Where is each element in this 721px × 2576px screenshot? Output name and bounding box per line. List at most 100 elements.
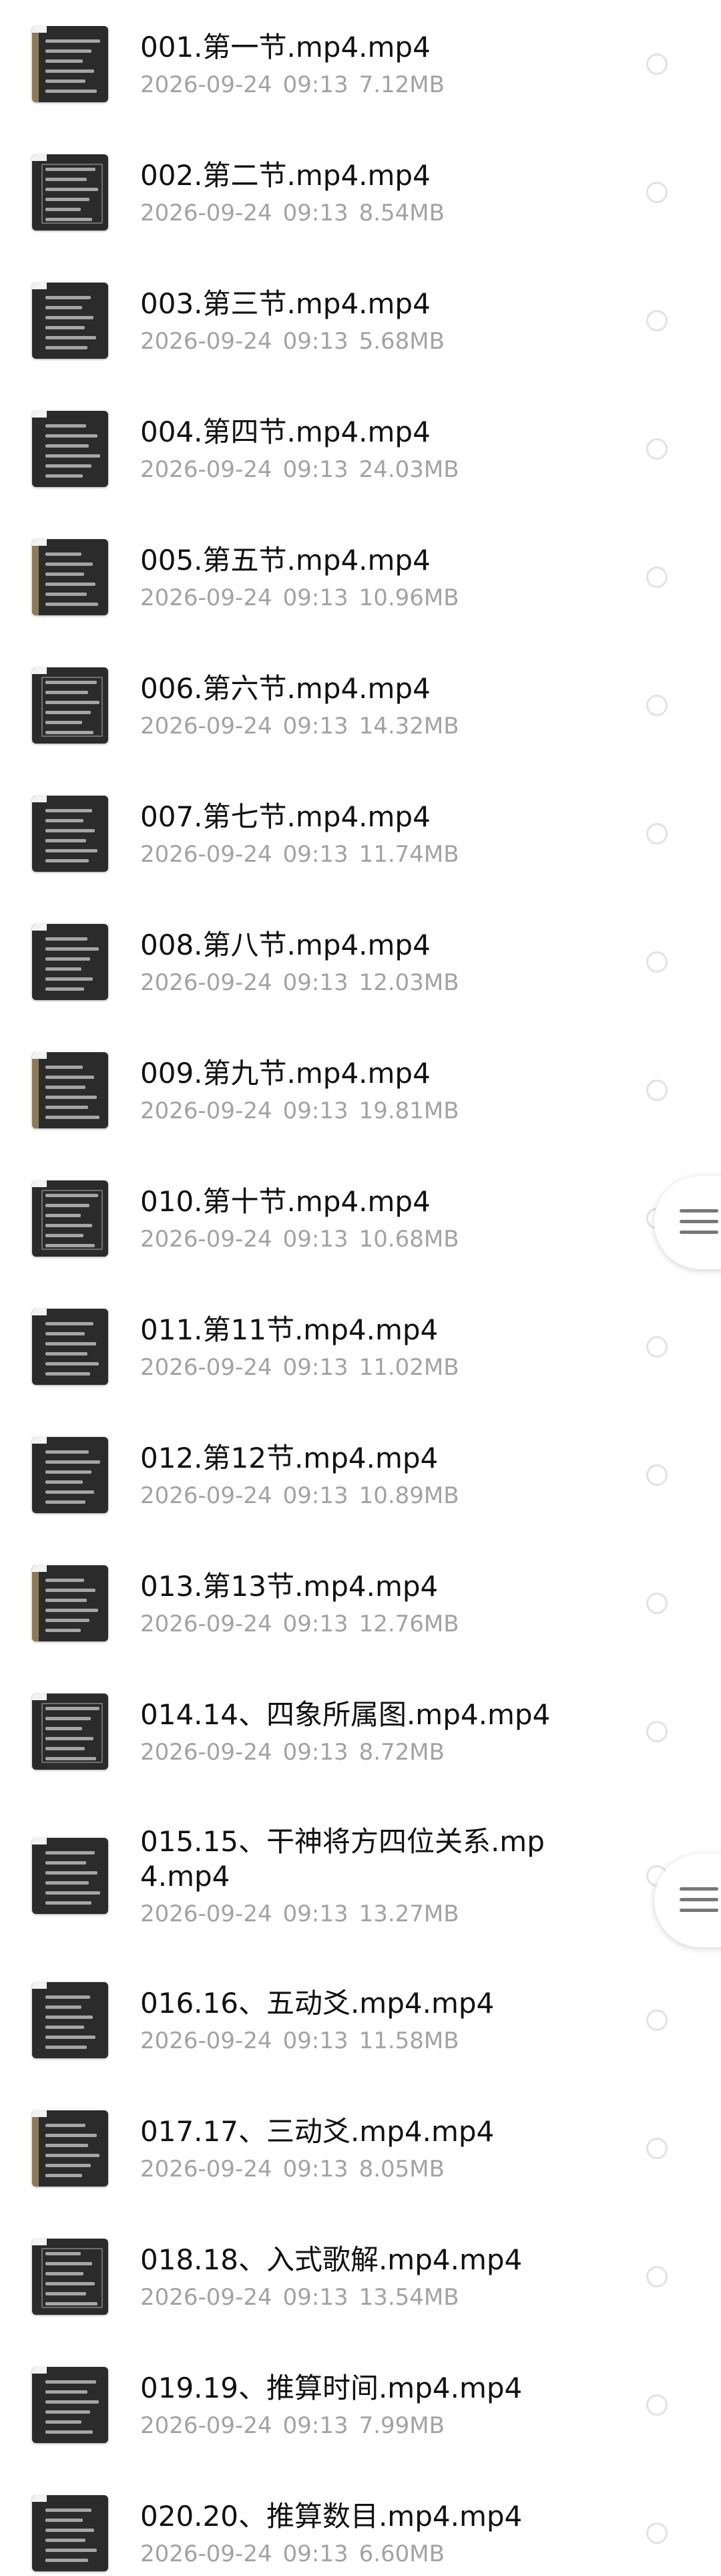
select-radio[interactable] bbox=[646, 1336, 668, 1357]
file-list-item[interactable]: 016.16、五动爻.mp4.mp4 2026-09-24 09:13 11.58MB bbox=[0, 1956, 721, 2084]
video-thumbnail bbox=[32, 1437, 108, 1513]
file-info: 018.18、入式歌解.mp4.mp4 2026-09-24 09:13 13.54M… bbox=[140, 2243, 554, 2311]
file-list-item[interactable]: 011.第11节.mp4.mp4 2026-09-24 09:13 11.02MB bbox=[0, 1283, 721, 1411]
video-thumbnail bbox=[32, 539, 108, 615]
file-list-item[interactable]: 003.第三节.mp4.mp4 2026-09-24 09:13 5.68MB bbox=[0, 257, 721, 385]
file-time: 09:13 bbox=[282, 969, 348, 996]
video-thumbnail bbox=[32, 796, 108, 872]
file-date: 2026-09-24 bbox=[140, 2156, 272, 2183]
file-list-item[interactable]: 020.20、推算数目.mp4.mp4 2026-09-24 09:13 6.60MB bbox=[0, 2469, 721, 2576]
file-meta: 2026-09-24 09:13 8.54MB bbox=[140, 200, 554, 226]
file-list-item[interactable]: 001.第一节.mp4.mp4 2026-09-24 09:13 7.12MB bbox=[0, 0, 721, 128]
file-time: 09:13 bbox=[282, 2156, 348, 2183]
select-radio[interactable] bbox=[646, 438, 668, 460]
file-time: 09:13 bbox=[282, 2284, 348, 2311]
select-radio[interactable] bbox=[646, 951, 668, 973]
file-meta: 2026-09-24 09:13 10.89MB bbox=[140, 1482, 554, 1509]
video-thumbnail bbox=[32, 2367, 108, 2443]
file-size: 7.99MB bbox=[358, 2412, 445, 2439]
file-name: 016.16、五动爻.mp4.mp4 bbox=[140, 1987, 495, 2020]
file-list-item[interactable]: 015.15、干神将方四位关系.mp4.mp4 2026-09-24 09:13 13… bbox=[0, 1796, 721, 1956]
select-radio[interactable] bbox=[646, 1080, 668, 1101]
file-name: 014.14、四象所属图.mp4.mp4 bbox=[140, 1698, 551, 1731]
select-radio[interactable] bbox=[646, 1464, 668, 1486]
file-list-item[interactable]: 010.第十节.mp4.mp4 2026-09-24 09:13 10.68MB bbox=[0, 1154, 721, 1283]
file-list-item[interactable]: 009.第九节.mp4.mp4 2026-09-24 09:13 19.81MB bbox=[0, 1026, 721, 1154]
file-size: 11.02MB bbox=[358, 1354, 459, 1381]
file-list-item[interactable]: 004.第四节.mp4.mp4 2026-09-24 09:13 24.03MB bbox=[0, 385, 721, 513]
select-radio[interactable] bbox=[646, 182, 668, 203]
file-info: 005.第五节.mp4.mp4 2026-09-24 09:13 10.96MB bbox=[140, 543, 554, 611]
file-date: 2026-09-24 bbox=[140, 713, 272, 740]
file-time: 09:13 bbox=[282, 328, 348, 355]
select-radio[interactable] bbox=[646, 695, 668, 716]
file-list-item[interactable]: 007.第七节.mp4.mp4 2026-09-24 09:13 11.74MB bbox=[0, 770, 721, 898]
file-time: 09:13 bbox=[282, 71, 348, 98]
file-date: 2026-09-24 bbox=[140, 456, 272, 483]
file-meta: 2026-09-24 09:13 7.99MB bbox=[140, 2412, 554, 2439]
file-list-item[interactable]: 018.18、入式歌解.mp4.mp4 2026-09-24 09:13 13.54M… bbox=[0, 2213, 721, 2341]
file-time: 09:13 bbox=[282, 2028, 348, 2054]
file-info: 019.19、推算时间.mp4.mp4 2026-09-24 09:13 7.99MB bbox=[140, 2371, 554, 2439]
file-list-item[interactable]: 017.17、三动爻.mp4.mp4 2026-09-24 09:13 8.05MB bbox=[0, 2084, 721, 2213]
select-radio[interactable] bbox=[646, 1593, 668, 1614]
file-list-item[interactable]: 005.第五节.mp4.mp4 2026-09-24 09:13 10.96MB bbox=[0, 513, 721, 641]
video-thumbnail bbox=[32, 26, 108, 102]
menu-icon bbox=[680, 1209, 718, 1241]
file-list-item[interactable]: 002.第二节.mp4.mp4 2026-09-24 09:13 8.54MB bbox=[0, 128, 721, 257]
file-info: 007.第七节.mp4.mp4 2026-09-24 09:13 11.74MB bbox=[140, 800, 554, 868]
file-info: 014.14、四象所属图.mp4.mp4 2026-09-24 09:13 8.72M… bbox=[140, 1698, 554, 1766]
file-meta: 2026-09-24 09:13 11.74MB bbox=[140, 841, 554, 868]
select-radio[interactable] bbox=[646, 310, 668, 331]
file-info: 012.第12节.mp4.mp4 2026-09-24 09:13 10.89MB bbox=[140, 1441, 554, 1509]
file-time: 09:13 bbox=[282, 713, 348, 740]
file-info: 001.第一节.mp4.mp4 2026-09-24 09:13 7.12MB bbox=[140, 30, 554, 98]
video-thumbnail bbox=[32, 2239, 108, 2315]
file-info: 015.15、干神将方四位关系.mp4.mp4 2026-09-24 09:13 13… bbox=[140, 1824, 554, 1927]
select-radio[interactable] bbox=[646, 53, 668, 75]
file-name: 009.第九节.mp4.mp4 bbox=[140, 1057, 431, 1090]
file-list-item[interactable]: 008.第八节.mp4.mp4 2026-09-24 09:13 12.03MB bbox=[0, 898, 721, 1026]
video-thumbnail bbox=[32, 1052, 108, 1128]
file-list-item[interactable]: 014.14、四象所属图.mp4.mp4 2026-09-24 09:13 8.72M… bbox=[0, 1667, 721, 1796]
file-size: 5.68MB bbox=[358, 328, 445, 355]
video-thumbnail bbox=[32, 1180, 108, 1257]
file-list-screen: 001.第一节.mp4.mp4 2026-09-24 09:13 7.12MB 002.… bbox=[0, 0, 721, 2576]
file-time: 09:13 bbox=[282, 1226, 348, 1253]
file-date: 2026-09-24 bbox=[140, 200, 272, 226]
file-meta: 2026-09-24 09:13 24.03MB bbox=[140, 456, 554, 483]
select-radio[interactable] bbox=[646, 2009, 668, 2031]
file-size: 19.81MB bbox=[358, 1098, 459, 1124]
file-list-item[interactable]: 019.19、推算时间.mp4.mp4 2026-09-24 09:13 7.99MB bbox=[0, 2341, 721, 2469]
file-time: 09:13 bbox=[282, 1098, 348, 1124]
video-thumbnail bbox=[32, 1565, 108, 1641]
file-time: 09:13 bbox=[282, 200, 348, 226]
file-meta: 2026-09-24 09:13 8.05MB bbox=[140, 2156, 554, 2183]
select-radio[interactable] bbox=[646, 2523, 668, 2544]
file-size: 8.72MB bbox=[358, 1739, 445, 1766]
file-date: 2026-09-24 bbox=[140, 1611, 272, 1637]
select-radio[interactable] bbox=[646, 823, 668, 844]
select-radio[interactable] bbox=[646, 2266, 668, 2287]
file-list-item[interactable]: 013.第13节.mp4.mp4 2026-09-24 09:13 12.76MB bbox=[0, 1539, 721, 1667]
file-meta: 2026-09-24 09:13 10.68MB bbox=[140, 1226, 554, 1253]
file-name: 007.第七节.mp4.mp4 bbox=[140, 800, 431, 833]
file-size: 6.60MB bbox=[358, 2541, 445, 2567]
file-meta: 2026-09-24 09:13 10.96MB bbox=[140, 585, 554, 611]
file-size: 11.74MB bbox=[358, 841, 459, 868]
file-name: 002.第二节.mp4.mp4 bbox=[140, 159, 431, 192]
file-list-item[interactable]: 012.第12节.mp4.mp4 2026-09-24 09:13 10.89MB bbox=[0, 1411, 721, 1539]
select-radio[interactable] bbox=[646, 567, 668, 588]
file-info: 010.第十节.mp4.mp4 2026-09-24 09:13 10.68MB bbox=[140, 1184, 554, 1253]
file-time: 09:13 bbox=[282, 2412, 348, 2439]
select-radio[interactable] bbox=[646, 1721, 668, 1742]
file-date: 2026-09-24 bbox=[140, 2541, 272, 2567]
file-size: 7.12MB bbox=[358, 71, 445, 98]
file-info: 004.第四节.mp4.mp4 2026-09-24 09:13 24.03MB bbox=[140, 415, 554, 483]
file-size: 13.54MB bbox=[358, 2284, 459, 2311]
file-name: 020.20、推算数目.mp4.mp4 bbox=[140, 2500, 523, 2533]
file-list-item[interactable]: 006.第六节.mp4.mp4 2026-09-24 09:13 14.32MB bbox=[0, 641, 721, 770]
select-radio[interactable] bbox=[646, 2138, 668, 2159]
file-meta: 2026-09-24 09:13 13.54MB bbox=[140, 2284, 554, 2311]
select-radio[interactable] bbox=[646, 2394, 668, 2416]
